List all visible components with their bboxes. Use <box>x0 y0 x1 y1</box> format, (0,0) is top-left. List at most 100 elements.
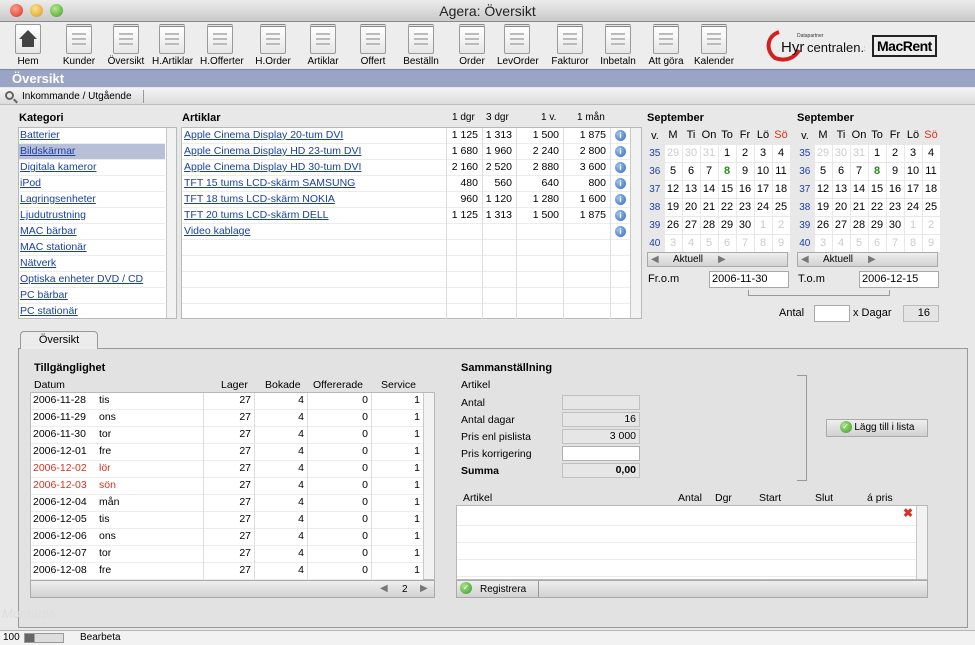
calendar-day[interactable]: 31 <box>699 143 719 163</box>
kategori-item[interactable]: MAC bärbar <box>19 224 165 240</box>
calendar-day[interactable]: 10 <box>903 161 923 181</box>
toolbar-button-7[interactable]: Offert <box>353 24 393 67</box>
week-number[interactable]: 35 <box>796 144 814 162</box>
calendar-day[interactable]: 23 <box>735 197 755 217</box>
list-item[interactable] <box>457 544 916 560</box>
calendar-day[interactable]: 18 <box>921 179 941 199</box>
next-page-icon[interactable]: ▶ <box>420 583 428 594</box>
kategori-scrollbar[interactable] <box>166 128 176 318</box>
calendar-day[interactable]: 2 <box>771 215 791 235</box>
calendar-day[interactable]: 25 <box>771 197 791 217</box>
calendar-day[interactable]: 13 <box>681 179 701 199</box>
calendar-day[interactable]: 1 <box>867 143 887 163</box>
kategori-link[interactable]: Batterier <box>20 129 60 141</box>
toolbar-button-1[interactable]: Kunder <box>59 24 99 67</box>
artikel-link[interactable]: TFT 18 tums LCD-skärm NOKIA <box>184 192 335 207</box>
tillganglighet-scrollbar[interactable] <box>423 393 434 579</box>
kategori-item[interactable]: MAC stationär <box>19 240 165 256</box>
artikel-link[interactable]: Apple Cinema Display HD 23-tum DVI <box>184 144 361 159</box>
calendar-day[interactable]: 5 <box>663 161 683 181</box>
calendar-day[interactable]: 7 <box>699 161 719 181</box>
toolbar-button-5[interactable]: H.Order <box>253 24 293 67</box>
calendar-day[interactable]: 1 <box>717 143 737 163</box>
calendar-day[interactable]: 2 <box>735 143 755 163</box>
calendar-day[interactable]: 9 <box>771 233 791 253</box>
prev-month-icon[interactable]: ◀ <box>801 254 809 265</box>
prev-page-icon[interactable]: ◀ <box>380 583 388 594</box>
calendar-day[interactable]: 30 <box>681 143 701 163</box>
kategori-item[interactable]: Nätverk <box>19 256 165 272</box>
toolbar-button-6[interactable]: Artiklar <box>303 24 343 67</box>
week-number[interactable]: 39 <box>646 216 664 234</box>
week-number[interactable]: 38 <box>646 198 664 216</box>
calendar-day[interactable]: 9 <box>921 233 941 253</box>
calendar-day[interactable]: 8 <box>717 161 737 181</box>
kategori-link[interactable]: MAC bärbar <box>20 225 77 237</box>
calendar-day[interactable]: 30 <box>831 143 851 163</box>
calendar-day[interactable]: 30 <box>735 215 755 235</box>
info-icon[interactable]: i <box>615 226 626 237</box>
artiklar-scrollbar[interactable] <box>630 128 641 318</box>
add-to-list-button[interactable]: ✓ Lägg till i lista <box>826 419 928 437</box>
calendar-day[interactable]: 18 <box>771 179 791 199</box>
calendar-day[interactable]: 31 <box>849 143 869 163</box>
kategori-item[interactable]: iPod <box>19 176 165 192</box>
from-date-field[interactable]: 2006-11-30 <box>709 271 789 288</box>
info-icon[interactable]: i <box>615 194 626 205</box>
calendar-day[interactable]: 30 <box>885 215 905 235</box>
toolbar-button-14[interactable]: Kalender <box>694 24 734 67</box>
calendar-day[interactable]: 7 <box>885 233 905 253</box>
kategori-link[interactable]: Optiska enheter DVD / CD <box>20 273 143 285</box>
kategori-item[interactable]: Lagringsenheter <box>19 192 165 208</box>
order-list-scrollbar[interactable] <box>916 506 927 579</box>
calendar-day[interactable]: 23 <box>885 197 905 217</box>
calendar-day[interactable]: 12 <box>663 179 683 199</box>
current-month-button[interactable]: Aktuell <box>823 254 853 265</box>
calendar-day[interactable]: 5 <box>699 233 719 253</box>
artikel-link[interactable]: TFT 20 tums LCD-skärm DELL <box>184 208 329 223</box>
calendar-day[interactable]: 15 <box>867 179 887 199</box>
calendar-day[interactable]: 22 <box>867 197 887 217</box>
toolbar-button-13[interactable]: Att göra <box>646 24 686 67</box>
calendar-day[interactable]: 3 <box>663 233 683 253</box>
current-month-button[interactable]: Aktuell <box>673 254 703 265</box>
info-icon[interactable]: i <box>615 162 626 173</box>
calendar-day[interactable]: 2 <box>921 215 941 235</box>
kategori-link[interactable]: MAC stationär <box>20 241 87 253</box>
toolbar-button-11[interactable]: Fakturor <box>550 24 590 67</box>
info-icon[interactable]: i <box>615 210 626 221</box>
kategori-link[interactable]: Bildskärmar <box>20 145 75 157</box>
toolbar-button-9[interactable]: Order <box>452 24 492 67</box>
artikel-link[interactable]: Apple Cinema Display HD 30-tum DVI <box>184 160 361 175</box>
calendar-day[interactable]: 4 <box>921 143 941 163</box>
week-number[interactable]: 37 <box>796 180 814 198</box>
kategori-link[interactable]: Lagringsenheter <box>20 193 96 205</box>
calendar-day[interactable]: 10 <box>753 161 773 181</box>
kategori-item[interactable]: Digitala kameror <box>19 160 165 176</box>
calendar-day[interactable]: 29 <box>867 215 887 235</box>
calendar-day[interactable]: 15 <box>717 179 737 199</box>
toolbar-button-8[interactable]: Beställn <box>401 24 441 67</box>
toolbar-button-3[interactable]: H.Artiklar <box>152 24 193 67</box>
kategori-item[interactable]: Bildskärmar <box>19 144 165 160</box>
calendar-day[interactable]: 29 <box>663 143 683 163</box>
calendar-day[interactable]: 16 <box>885 179 905 199</box>
register-button[interactable]: Registrera <box>480 584 526 595</box>
week-number[interactable]: 36 <box>646 162 664 180</box>
kategori-link[interactable]: PC bärbar <box>20 289 68 301</box>
calendar-day[interactable]: 1 <box>903 215 923 235</box>
toolbar-button-12[interactable]: Inbetaln <box>598 24 638 67</box>
calendar-day[interactable]: 24 <box>753 197 773 217</box>
calendar-day[interactable]: 27 <box>681 215 701 235</box>
calendar-day[interactable]: 20 <box>681 197 701 217</box>
week-number[interactable]: 36 <box>796 162 814 180</box>
calendar-day[interactable]: 4 <box>771 143 791 163</box>
week-number[interactable]: 38 <box>796 198 814 216</box>
info-icon[interactable]: i <box>615 130 626 141</box>
calendar-day[interactable]: 8 <box>903 233 923 253</box>
list-item[interactable] <box>457 561 916 577</box>
calendar-day[interactable]: 6 <box>717 233 737 253</box>
calendar-day[interactable]: 4 <box>831 233 851 253</box>
calendar-day[interactable]: 28 <box>849 215 869 235</box>
artikel-link[interactable]: Apple Cinema Display 20-tum DVI <box>184 128 343 143</box>
